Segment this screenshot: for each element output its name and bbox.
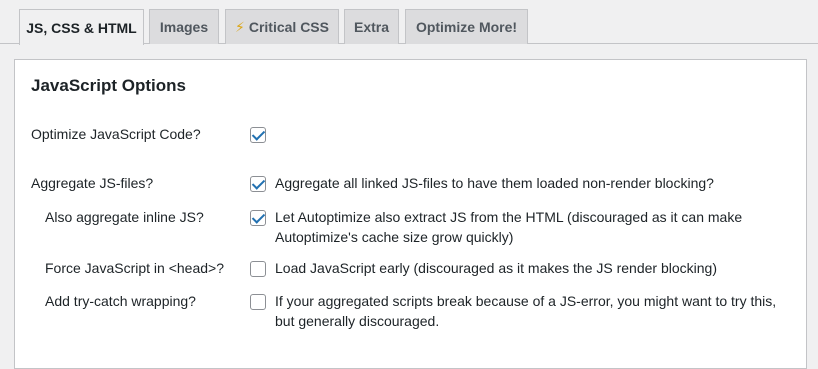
tab-label: JS, CSS & HTML xyxy=(26,19,137,36)
settings-panel: JavaScript Options Optimize JavaScript C… xyxy=(14,59,807,369)
tab-extra[interactable]: Extra xyxy=(344,9,399,44)
option-label-try-catch: Add try-catch wrapping? xyxy=(45,293,196,309)
tab-critical-css[interactable]: ⚡ Critical CSS xyxy=(225,9,339,44)
try-catch-checkbox[interactable] xyxy=(250,294,266,310)
option-label-aggregate-js: Aggregate JS-files? xyxy=(31,175,154,191)
tab-js-css-html[interactable]: JS, CSS & HTML xyxy=(19,9,144,45)
tab-label: Critical CSS xyxy=(248,19,329,35)
section-title: JavaScript Options xyxy=(31,76,186,95)
tab-optimize-more[interactable]: Optimize More! xyxy=(405,9,528,44)
option-label-optimize-js: Optimize JavaScript Code? xyxy=(31,126,201,142)
aggregate-inline-js-checkbox[interactable] xyxy=(250,210,266,226)
force-js-head-description: Load JavaScript early (discouraged as it… xyxy=(275,260,717,276)
aggregate-js-checkbox[interactable] xyxy=(250,176,266,192)
optimize-js-checkbox[interactable] xyxy=(250,127,266,143)
lightning-bolt-icon: ⚡ xyxy=(235,18,245,35)
tab-bar: JS, CSS & HTML Images ⚡ Critical CSS Ext… xyxy=(0,0,818,45)
aggregate-inline-js-description: Let Autoptimize also extract JS from the… xyxy=(275,209,743,245)
tab-images[interactable]: Images xyxy=(149,9,219,44)
try-catch-description: If your aggregated scripts break because… xyxy=(275,293,777,329)
option-label-aggregate-inline-js: Also aggregate inline JS? xyxy=(45,209,204,225)
option-label-force-js-head: Force JavaScript in <head>? xyxy=(45,260,224,276)
tab-label: Images xyxy=(159,19,209,35)
force-js-head-checkbox[interactable] xyxy=(250,261,266,277)
tab-label: Extra xyxy=(353,19,390,35)
aggregate-js-description: Aggregate all linked JS-files to have th… xyxy=(275,175,714,191)
tab-label: Optimize More! xyxy=(415,19,518,35)
